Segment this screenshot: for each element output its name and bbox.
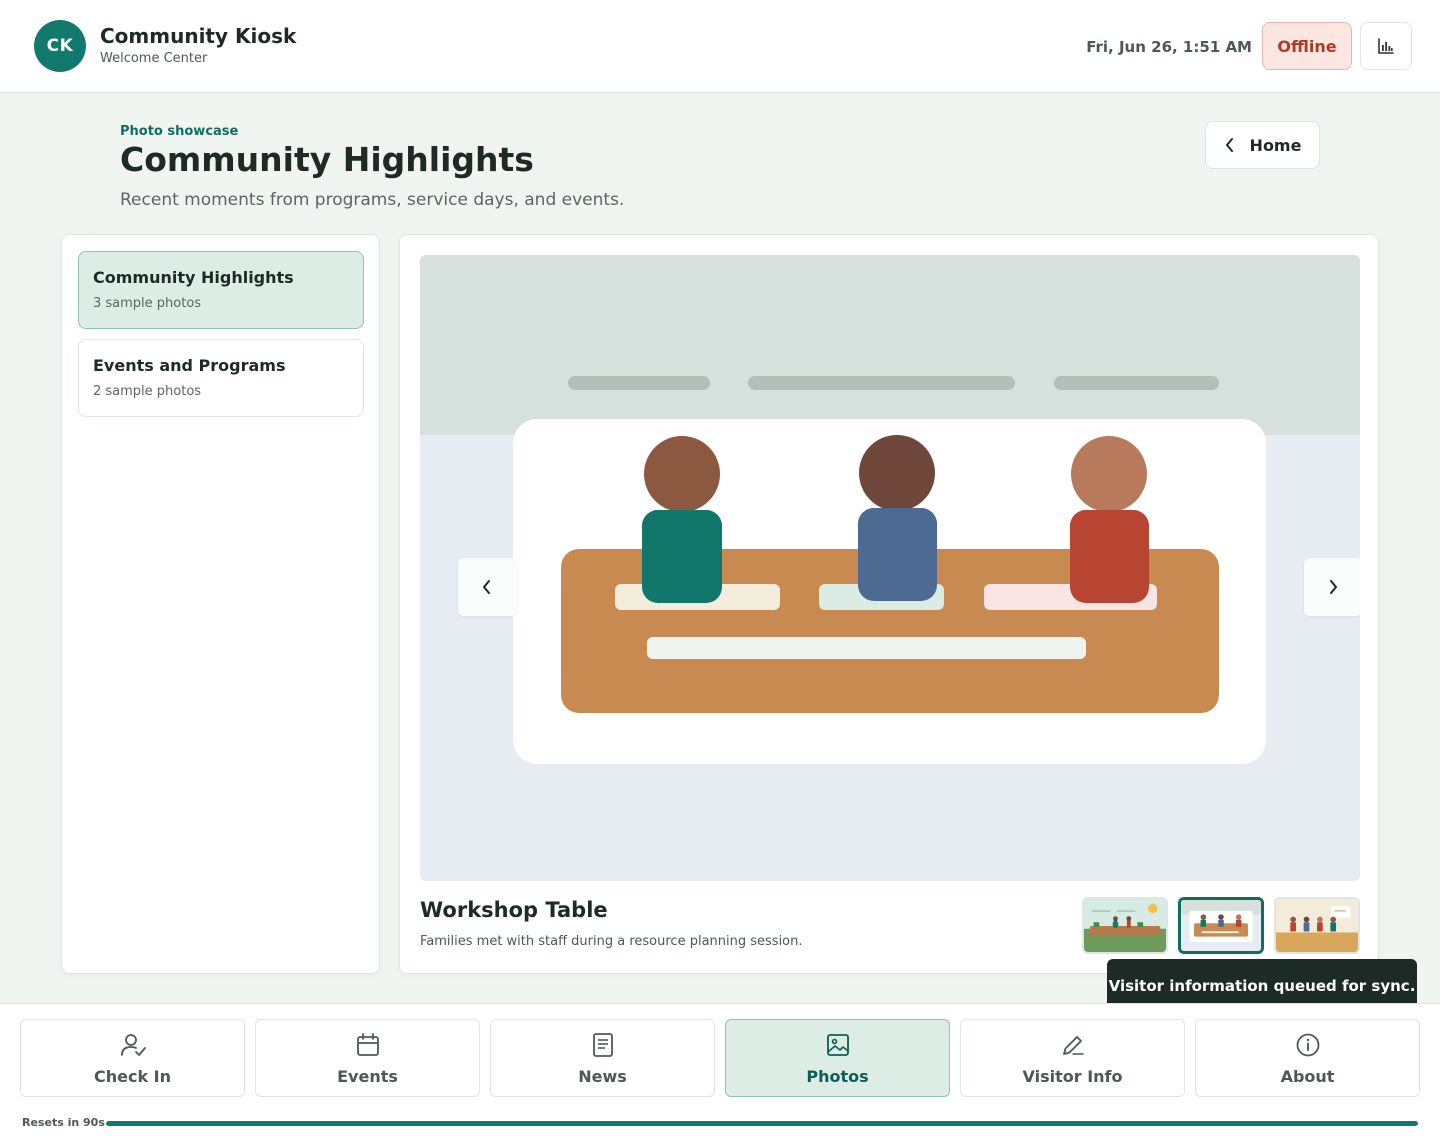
photo-display — [420, 255, 1360, 881]
nav-tab-label: Visitor Info — [1022, 1066, 1123, 1086]
nav-tab-news[interactable]: News — [490, 1019, 715, 1097]
document-icon — [592, 1032, 613, 1057]
app-header: CK Community Kiosk Welcome Center Fri, J… — [0, 0, 1440, 93]
page-title: Community Highlights — [120, 140, 534, 179]
home-button[interactable]: Home — [1205, 121, 1320, 169]
album-list-panel: Community Highlights 3 sample photos Eve… — [61, 234, 380, 974]
nav-tab-about[interactable]: About — [1195, 1019, 1420, 1097]
nav-tab-label: Check In — [93, 1066, 172, 1086]
app-subtitle: Welcome Center — [100, 51, 208, 66]
garden-thumbnail-image — [1084, 899, 1166, 952]
workshop-thumbnail-image — [1181, 900, 1261, 951]
next-photo-button[interactable] — [1304, 558, 1360, 616]
home-button-label: Home — [1249, 135, 1302, 155]
nav-tab-visitor-info[interactable]: Visitor Info — [960, 1019, 1185, 1097]
app-logo: CK — [34, 20, 86, 72]
nav-tab-label: Photos — [806, 1066, 869, 1086]
clock-readout: Fri, Jun 26, 1:51 AM — [1086, 38, 1252, 56]
photo-caption: Families met with staff during a resourc… — [420, 934, 803, 949]
bar-chart-icon — [1378, 38, 1394, 54]
previous-photo-button[interactable] — [458, 558, 516, 616]
chevron-right-icon — [1330, 580, 1337, 594]
thumbnail-presentation[interactable] — [1274, 897, 1360, 954]
reset-timer-label: Resets in 90s — [22, 1116, 105, 1129]
app-title: Community Kiosk — [100, 24, 297, 48]
thumbnail-workshop-table[interactable] — [1178, 897, 1264, 954]
reset-progress-fill — [106, 1121, 1418, 1126]
presentation-thumbnail-image — [1276, 899, 1358, 952]
pencil-icon — [1062, 1035, 1084, 1055]
album-item-events-programs[interactable]: Events and Programs 2 sample photos — [78, 339, 364, 417]
nav-tab-events[interactable]: Events — [255, 1019, 480, 1097]
workshop-table-illustration — [420, 255, 1360, 881]
album-name: Community Highlights — [93, 268, 294, 287]
album-item-community-highlights[interactable]: Community Highlights 3 sample photos — [78, 251, 364, 329]
person-check-icon — [120, 1033, 146, 1056]
nav-tab-photos[interactable]: Photos — [725, 1019, 950, 1097]
album-count: 3 sample photos — [93, 296, 202, 311]
photo-viewer-panel: Workshop Table Families met with staff d… — [399, 234, 1379, 974]
album-name: Events and Programs — [93, 356, 286, 375]
nav-tab-check-in[interactable]: Check In — [20, 1019, 245, 1097]
album-count: 2 sample photos — [93, 384, 202, 399]
thumbnail-garden[interactable] — [1082, 897, 1168, 954]
calendar-icon — [356, 1032, 379, 1056]
nav-tab-label: News — [578, 1066, 627, 1086]
page-eyebrow: Photo showcase — [120, 124, 239, 139]
info-icon — [1296, 1033, 1319, 1056]
chevron-left-icon — [483, 580, 490, 594]
stats-button[interactable] — [1360, 22, 1412, 70]
photo-title: Workshop Table — [420, 898, 608, 922]
offline-status-badge[interactable]: Offline — [1262, 22, 1352, 70]
nav-tab-label: Events — [337, 1066, 398, 1086]
page-description: Recent moments from programs, service da… — [120, 190, 625, 210]
nav-tab-label: About — [1280, 1066, 1335, 1086]
image-icon — [826, 1033, 849, 1056]
chevron-left-icon — [1225, 138, 1233, 152]
reset-progress-bar — [106, 1121, 1418, 1126]
bottom-navigation: Check In Events News Photos Visitor Info… — [0, 1003, 1440, 1140]
